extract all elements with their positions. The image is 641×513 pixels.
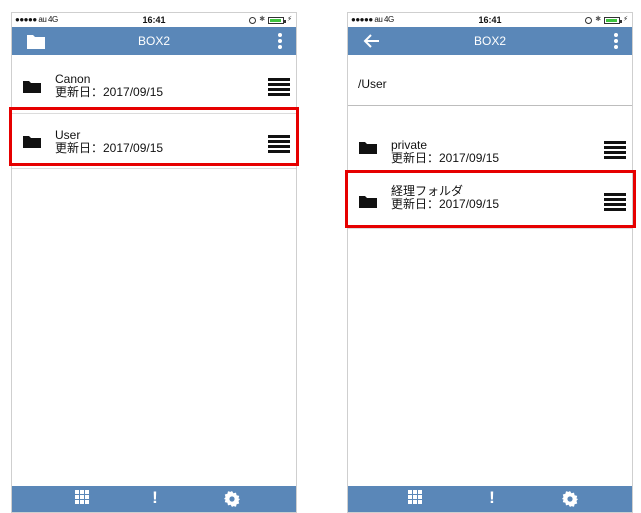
left-screen: ●●●●● au 4G 16:41 ✱ ⚡ BOX2 Canon 更新日：201… [11,12,297,513]
status-icons: ✱ ⚡ [585,16,628,24]
gear-icon [224,491,240,507]
more-vertical-icon[interactable] [614,33,618,49]
folder-icon [359,142,377,154]
tab-grid[interactable] [403,490,427,510]
tab-grid[interactable] [70,490,94,510]
tab-bar: ! [348,486,632,512]
bluetooth-icon: ✱ [595,16,602,23]
tab-settings[interactable] [558,490,582,510]
folder-icon [23,81,41,93]
tab-bar: ! [12,486,296,512]
highlight-box-user [9,107,299,166]
nav-title: BOX2 [137,34,170,48]
highlight-box-accounting-folder [345,170,636,228]
gear-icon [562,491,578,507]
rotation-lock-icon [249,16,257,24]
charging-icon: ⚡ [287,16,292,23]
grid-icon [75,490,89,504]
status-bar: ●●●●● au 4G 16:41 ✱ ⚡ [348,13,632,27]
tab-alert[interactable]: ! [480,488,504,510]
list-item[interactable]: Canon 更新日：2017/09/15 [12,58,296,114]
path-bar: /User [348,55,632,106]
grid-icon [408,490,422,504]
battery-icon [604,16,623,24]
current-path: /User [358,77,387,91]
status-bar: ●●●●● au 4G 16:41 ✱ ⚡ [12,13,296,27]
nav-bar: BOX2 [348,27,632,55]
more-vertical-icon[interactable] [278,33,282,49]
nav-title: BOX2 [473,34,506,48]
exclamation-icon: ! [489,488,495,507]
right-screen: ●●●●● au 4G 16:41 ✱ ⚡ BOX2 /User private… [347,12,633,513]
exclamation-icon: ! [152,488,158,507]
tab-settings[interactable] [220,490,244,510]
item-date: 更新日：2017/09/15 [391,151,500,165]
charging-icon: ⚡ [623,16,628,23]
item-menu-icon[interactable] [604,141,626,161]
item-date: 更新日：2017/09/15 [55,85,164,99]
rotation-lock-icon [585,16,593,24]
tab-alert[interactable]: ! [143,488,167,510]
status-icons: ✱ ⚡ [249,16,292,24]
list-item[interactable]: private 更新日：2017/09/15 [348,115,632,171]
item-menu-icon[interactable] [268,78,290,98]
nav-bar: BOX2 [12,27,296,55]
bluetooth-icon: ✱ [259,16,266,23]
battery-icon [268,16,287,24]
